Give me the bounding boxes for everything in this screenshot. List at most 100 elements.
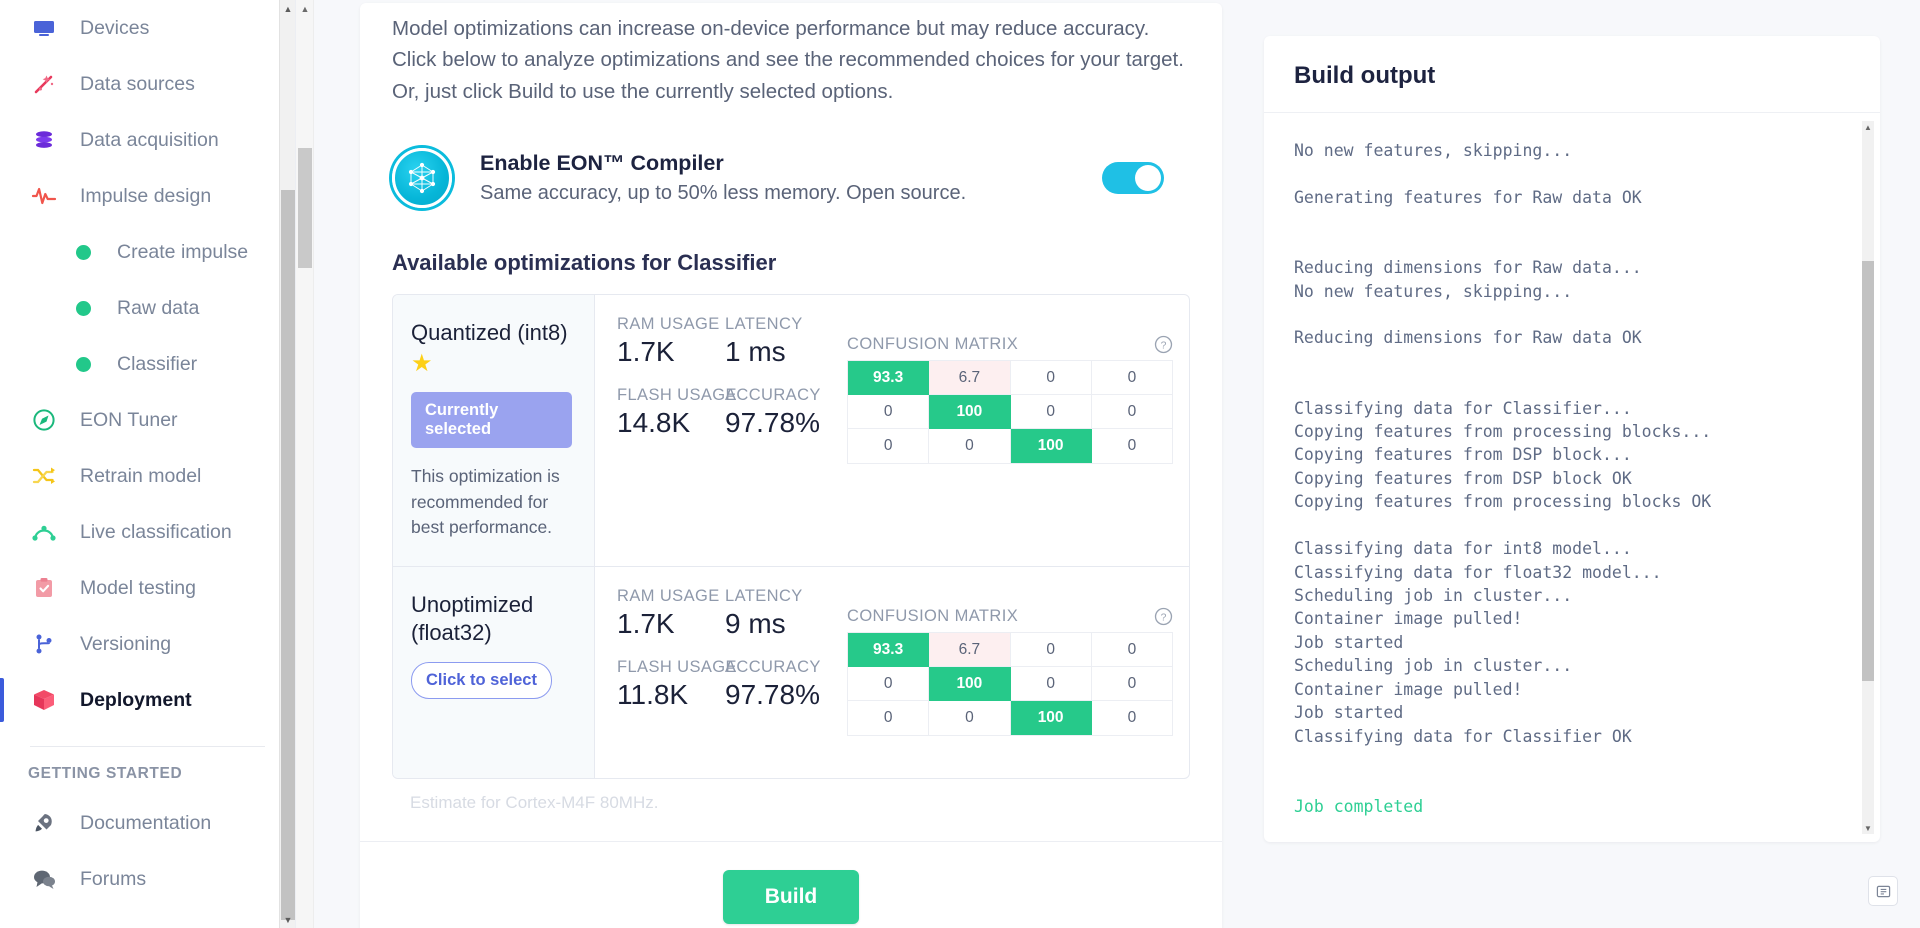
sidebar-item-data-sources[interactable]: Data sources [0, 56, 295, 112]
feedback-widget-button[interactable] [1868, 876, 1898, 906]
sidebar-scrollbar[interactable]: ▲ ▼ [279, 0, 295, 928]
status-dot-icon [76, 244, 91, 260]
matrix-cell: 0 [848, 701, 930, 736]
build-output-scrollbar[interactable]: ▲ ▼ [1862, 121, 1874, 834]
scroll-up-arrow-icon[interactable]: ▲ [280, 0, 295, 17]
live-classification-icon [30, 518, 58, 546]
page-scroll-thumb[interactable] [298, 148, 312, 268]
flash-usage-label: FLASH USAGE [617, 658, 737, 677]
accuracy-value: 97.78% [725, 406, 820, 438]
optimization-row: Quantized (int8) ★ Currently selected This … [393, 294, 1189, 567]
latency-label: LATENCY [725, 587, 803, 606]
main-content: ▲ Model optimizations can increase on-de… [296, 0, 1920, 928]
help-circle-icon[interactable]: ? [1154, 335, 1173, 354]
build-output-panel: Build output No new features, skipping..… [1264, 36, 1880, 842]
sidebar-divider [30, 746, 265, 747]
optimization-summary: Quantized (int8) ★ Currently selected This … [393, 294, 595, 567]
confusion-matrix: CONFUSION MATRIX? 93.3 6.7 0 0 0 100 0 0 0 0 100 0 [833, 587, 1189, 756]
matrix-row: 93.3 6.7 0 0 [848, 633, 1172, 668]
optimization-row: Unoptimized (float32) Click to select RAM … [393, 566, 1189, 779]
matrix-row: 0 100 0 0 [848, 394, 1172, 429]
matrix-cell: 93.3 [848, 360, 930, 395]
ram-usage-label: RAM USAGE [617, 587, 720, 606]
log-scroll-up-icon[interactable]: ▲ [1862, 121, 1874, 133]
optimization-metrics: RAM USAGE 1.7K FLASH USAGE 11.8K LATENCY 9 ms… [595, 567, 1189, 778]
log-scroll-down-icon[interactable]: ▼ [1862, 822, 1874, 834]
sidebar-subitem-label: Create impulse [117, 240, 249, 263]
eon-compiler-toggle[interactable] [1102, 161, 1164, 194]
confusion-matrix: CONFUSION MATRIX? 93.3 6.7 0 0 0 100 0 0 0 0 100 0 [833, 315, 1189, 545]
sidebar-item-impulse-design[interactable]: Impulse design [0, 168, 295, 224]
estimate-note: Estimate for Cortex-M4F 80MHz. [410, 793, 659, 813]
confusion-matrix-header: CONFUSION MATRIX? [847, 607, 1173, 626]
rocket-icon [30, 809, 58, 837]
sidebar-item-data-acquisition[interactable]: Data acquisition [0, 112, 295, 168]
sidebar-item-retrain-model[interactable]: Retrain model [0, 448, 295, 504]
optimization-select-button[interactable]: Click to select [411, 662, 552, 700]
eon-subtitle: Same accuracy, up to 50% less memory. Op… [480, 181, 967, 204]
matrix-cell: 0 [1091, 394, 1172, 429]
confusion-matrix-label: CONFUSION MATRIX [847, 334, 1019, 353]
sidebar-item-live-classification[interactable]: Live classification [0, 504, 295, 560]
matrix-cell: 100 [929, 667, 1011, 702]
flash-usage-value: 14.8K [617, 406, 691, 438]
metric-ram-flash: RAM USAGE 1.7K FLASH USAGE 11.8K [617, 587, 737, 756]
sidebar-scroll-thumb[interactable] [281, 190, 295, 920]
matrix-cell: 0 [848, 394, 930, 429]
sidebar-item-devices[interactable]: Devices [0, 0, 295, 56]
matrix-row: 93.3 6.7 0 0 [848, 360, 1172, 395]
page-scrollbar[interactable]: ▲ [296, 0, 314, 928]
latency-value: 9 ms [725, 608, 786, 640]
optimization-selected-badge: Currently selected [411, 392, 572, 449]
matrix-cell: 0 [1010, 394, 1092, 429]
scroll-down-arrow-icon[interactable]: ▼ [280, 911, 295, 928]
build-button-row: Build [360, 841, 1222, 925]
matrix-cell: 0 [1091, 360, 1172, 395]
sidebar-subitem-raw-data[interactable]: Raw data [0, 280, 295, 336]
eon-title: Enable EON™ Compiler [480, 150, 724, 175]
status-dot-icon [76, 356, 91, 372]
build-log: No new features, skipping... Generating … [1294, 141, 1712, 816]
confusion-matrix-grid: 93.3 6.7 0 0 0 100 0 0 0 0 100 0 [847, 359, 1173, 464]
sidebar-item-forums[interactable]: Forums [0, 851, 295, 907]
sidebar-subitem-create-impulse[interactable]: Create impulse [0, 224, 295, 280]
metric-ram-flash: RAM USAGE 1.7K FLASH USAGE 14.8K [617, 315, 737, 545]
sidebar-subitem-classifier[interactable]: Classifier [0, 336, 295, 392]
log-scroll-thumb[interactable] [1862, 261, 1874, 681]
sidebar-section-title: GETTING STARTED [28, 765, 183, 782]
build-output-column: Build output No new features, skipping..… [1264, 0, 1880, 928]
deployment-column: Model optimizations can increase on-devi… [360, 0, 1222, 928]
available-optimizations-title: Available optimizations for Classifier [392, 249, 777, 275]
sidebar-item-eon-tuner[interactable]: EON Tuner [0, 392, 295, 448]
build-button[interactable]: Build [722, 870, 860, 925]
optimization-note: This optimization is recommended for bes… [411, 466, 560, 538]
optimization-name: Unoptimized (float32) [411, 592, 534, 645]
ram-usage-value: 1.7K [617, 608, 675, 640]
sidebar-item-model-testing[interactable]: Model testing [0, 560, 295, 616]
page-scroll-up-icon[interactable]: ▲ [296, 0, 314, 18]
matrix-cell: 100 [1010, 701, 1092, 736]
svg-text:?: ? [1161, 613, 1167, 624]
matrix-cell: 6.7 [929, 633, 1011, 668]
sidebar-item-label: Live classification [80, 520, 232, 543]
eon-network-icon [392, 147, 452, 208]
sidebar-item-label: Devices [80, 16, 150, 39]
metric-latency-accuracy: LATENCY 9 ms ACCURACY 97.78% [725, 587, 833, 756]
matrix-row: 0 100 0 0 [848, 667, 1172, 702]
matrix-cell: 0 [929, 701, 1011, 736]
recommended-star-icon: ★ [411, 350, 433, 378]
accuracy-label: ACCURACY [725, 658, 821, 677]
sidebar-item-documentation[interactable]: Documentation [0, 795, 295, 851]
confusion-matrix-header: CONFUSION MATRIX? [847, 335, 1173, 354]
sidebar-item-deployment[interactable]: Deployment [0, 672, 295, 728]
matrix-cell: 0 [929, 428, 1011, 463]
ram-usage-value: 1.7K [617, 335, 675, 367]
build-output-title: Build output [1294, 62, 1436, 89]
metric-latency-accuracy: LATENCY 1 ms ACCURACY 97.78% [725, 315, 833, 545]
sidebar-subitem-label: Raw data [117, 296, 200, 319]
sidebar-item-label: EON Tuner [80, 408, 178, 431]
sidebar-item-versioning[interactable]: Versioning [0, 616, 295, 672]
intro-text: Model optimizations can increase on-devi… [392, 16, 1184, 104]
help-circle-icon[interactable]: ? [1154, 607, 1173, 626]
app-root: Devices Data sources Data acquisition Impul… [0, 0, 1920, 928]
